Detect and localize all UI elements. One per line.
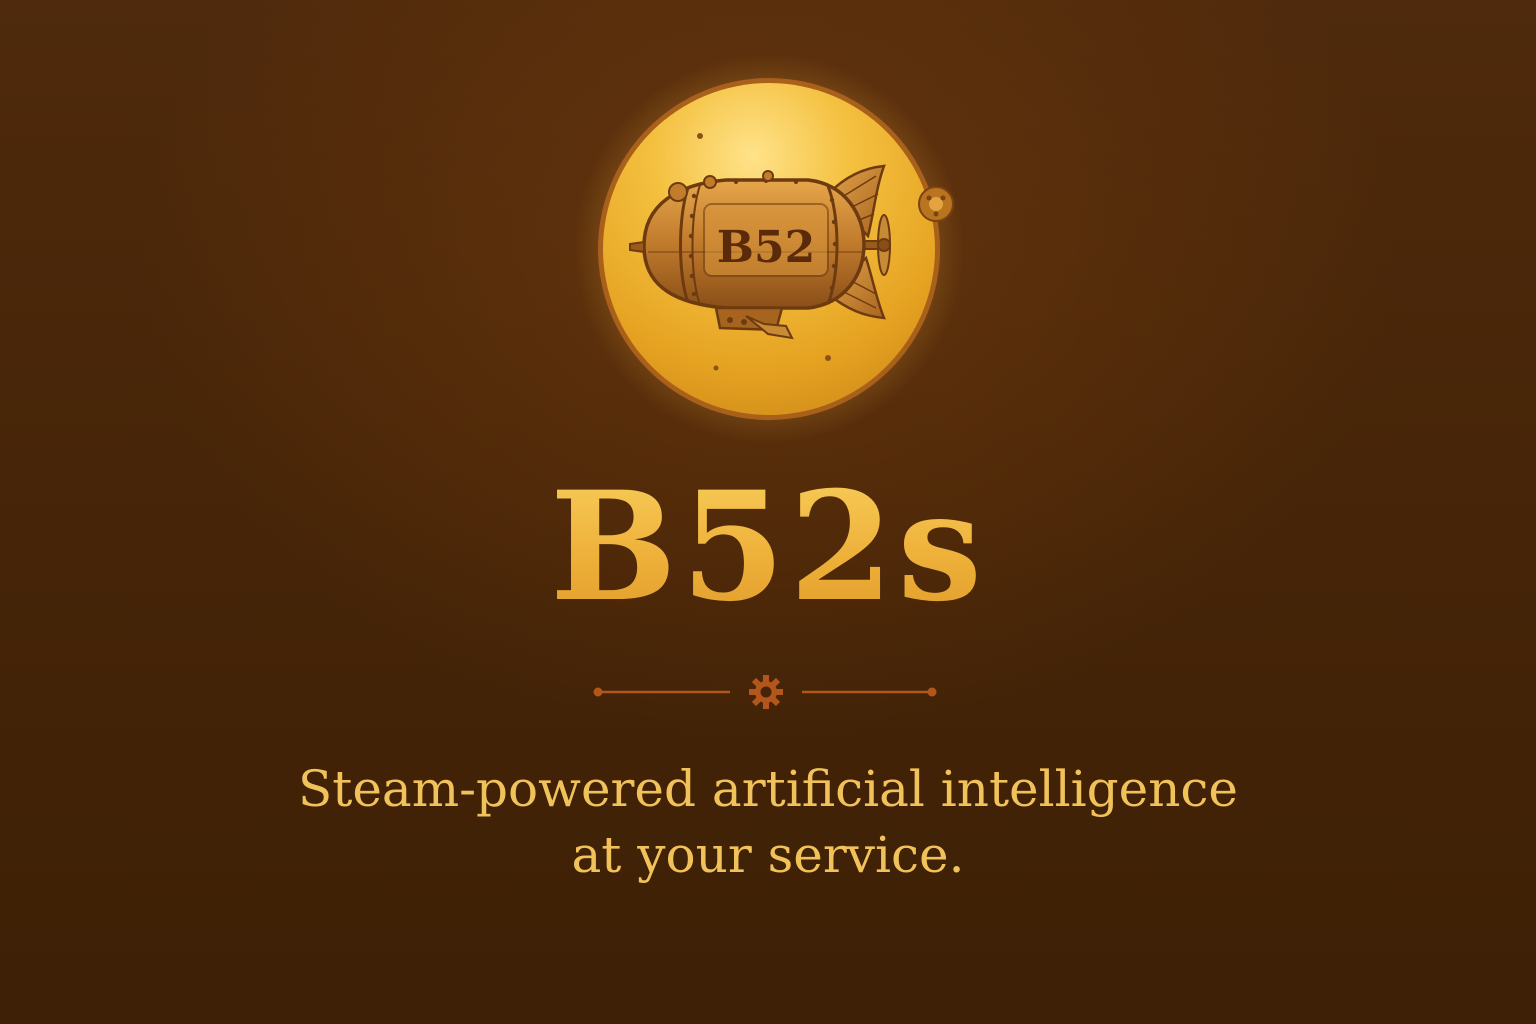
tagline-line-2: at your service. [571,826,965,884]
tagline-line-1: Steam-powered artificial intelligence [297,760,1238,818]
splash-screen: B52 B52s Steam-powered artificial intell… [0,0,1536,1024]
airship-icon: B52 [574,54,964,444]
tagline: Steam-powered artificial intelligence at… [0,756,1536,888]
gear-icon [749,675,783,709]
ornamental-divider [588,672,948,712]
emblem-label: B52 [717,222,815,273]
airship-emblem: B52 [574,54,964,444]
brand-title: B52s [0,462,1536,632]
